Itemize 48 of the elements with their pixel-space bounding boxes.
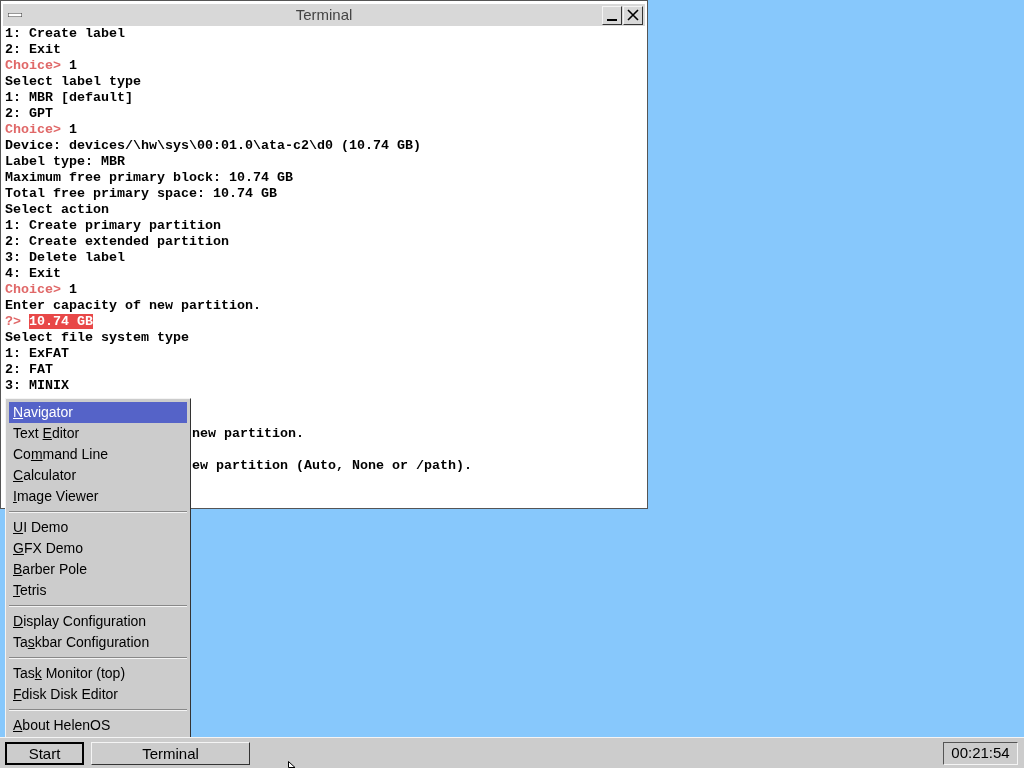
terminal-line: 2: Create extended partition [5,234,229,249]
terminal-line: 4: Exit [5,266,61,281]
window-title: Terminal [295,4,353,25]
menu-item[interactable]: Calculator [9,465,187,486]
menu-item[interactable]: Navigator [9,402,187,423]
terminal-line: 3: MINIX [5,378,69,393]
terminal-line: 1: Create label [5,26,125,41]
terminal-line: 2: Exit [5,42,61,57]
close-button[interactable] [623,5,643,25]
terminal-line: 3: Delete label [5,250,125,265]
terminal-line: Choice> 1 [5,122,77,137]
minimize-icon [607,18,617,21]
terminal-line: Choice> 1 [5,58,77,73]
menu-item[interactable]: Barber Pole [9,559,187,580]
menu-item[interactable]: Task Monitor (top) [9,663,187,684]
taskbar-button[interactable]: Terminal [91,741,250,765]
close-icon [627,9,639,21]
terminal-line: Total free primary space: 10.74 GB [5,186,277,201]
menu-item[interactable]: Fdisk Disk Editor [9,684,187,705]
terminal-line: 2: FAT [5,362,53,377]
terminal-line: Select file system type [5,330,189,345]
start-button[interactable]: Start [5,741,84,765]
terminal-line: 1: ExFAT [5,346,69,361]
clock: 00:21:54 [943,741,1018,765]
terminal-line: Label type: MBR [5,154,125,169]
terminal-line: 1: MBR [default] [5,90,133,105]
terminal-line: Select action [5,202,109,217]
menu-item[interactable]: Taskbar Configuration [9,632,187,653]
minimize-button[interactable] [602,5,622,25]
terminal-line: Maximum free primary block: 10.74 GB [5,170,293,185]
menu-item[interactable]: About HelenOS [9,715,187,736]
menu-item[interactable]: GFX Demo [9,538,187,559]
menu-item[interactable]: Command Line [9,444,187,465]
terminal-line: new partition. [192,426,304,441]
menu-item[interactable]: UI Demo [9,517,187,538]
menu-item[interactable]: Display Configuration [9,611,187,632]
terminal-line: 1: Create primary partition [5,218,221,233]
terminal-line: 2: GPT [5,106,53,121]
terminal-line: Device: devices/\hw\sys\00:01.0\ata-c2\d0 (10.74 GB) [5,138,421,153]
terminal-line: ew partition (Auto, None or /path). [192,458,472,473]
terminal-line: Choice> 1 [5,282,77,297]
menu-icon [8,13,22,17]
terminal-line: Enter capacity of new partition. [5,298,261,313]
terminal-line: ?> 10.74 GB [5,314,93,329]
menu-item[interactable]: Tetris [9,580,187,601]
menu-item[interactable]: Image Viewer [9,486,187,507]
menu-item[interactable]: Text Editor [9,423,187,444]
terminal-line: Select label type [5,74,141,89]
